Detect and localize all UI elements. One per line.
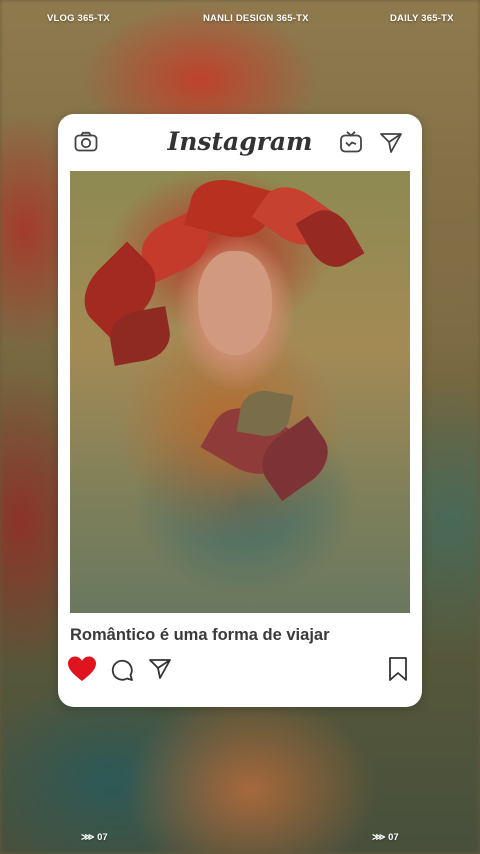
instagram-logo: Instagram (167, 127, 313, 156)
comment-icon[interactable] (110, 658, 134, 687)
share-icon[interactable] (148, 658, 172, 685)
face (198, 251, 272, 355)
top-label-vlog: VLOG 365-TX (47, 13, 110, 24)
igtv-icon[interactable] (339, 130, 363, 159)
post-header: Instagram (58, 114, 422, 170)
top-label-nanli: NANLI DESIGN 365-TX (203, 13, 309, 24)
instagram-post-card: Instagram Romântico é uma forma de viaja… (58, 114, 422, 707)
heart-icon[interactable] (67, 655, 97, 688)
bookmark-icon[interactable] (388, 656, 408, 687)
post-photo (70, 171, 410, 613)
post-caption: Romântico é uma forma de viajar (70, 626, 330, 644)
bottom-counter-right: ⋙ 07 (372, 832, 399, 843)
send-icon[interactable] (379, 132, 403, 159)
top-label-daily: DAILY 365-TX (390, 13, 454, 24)
bottom-counter-left: ⋙ 07 (81, 832, 108, 843)
